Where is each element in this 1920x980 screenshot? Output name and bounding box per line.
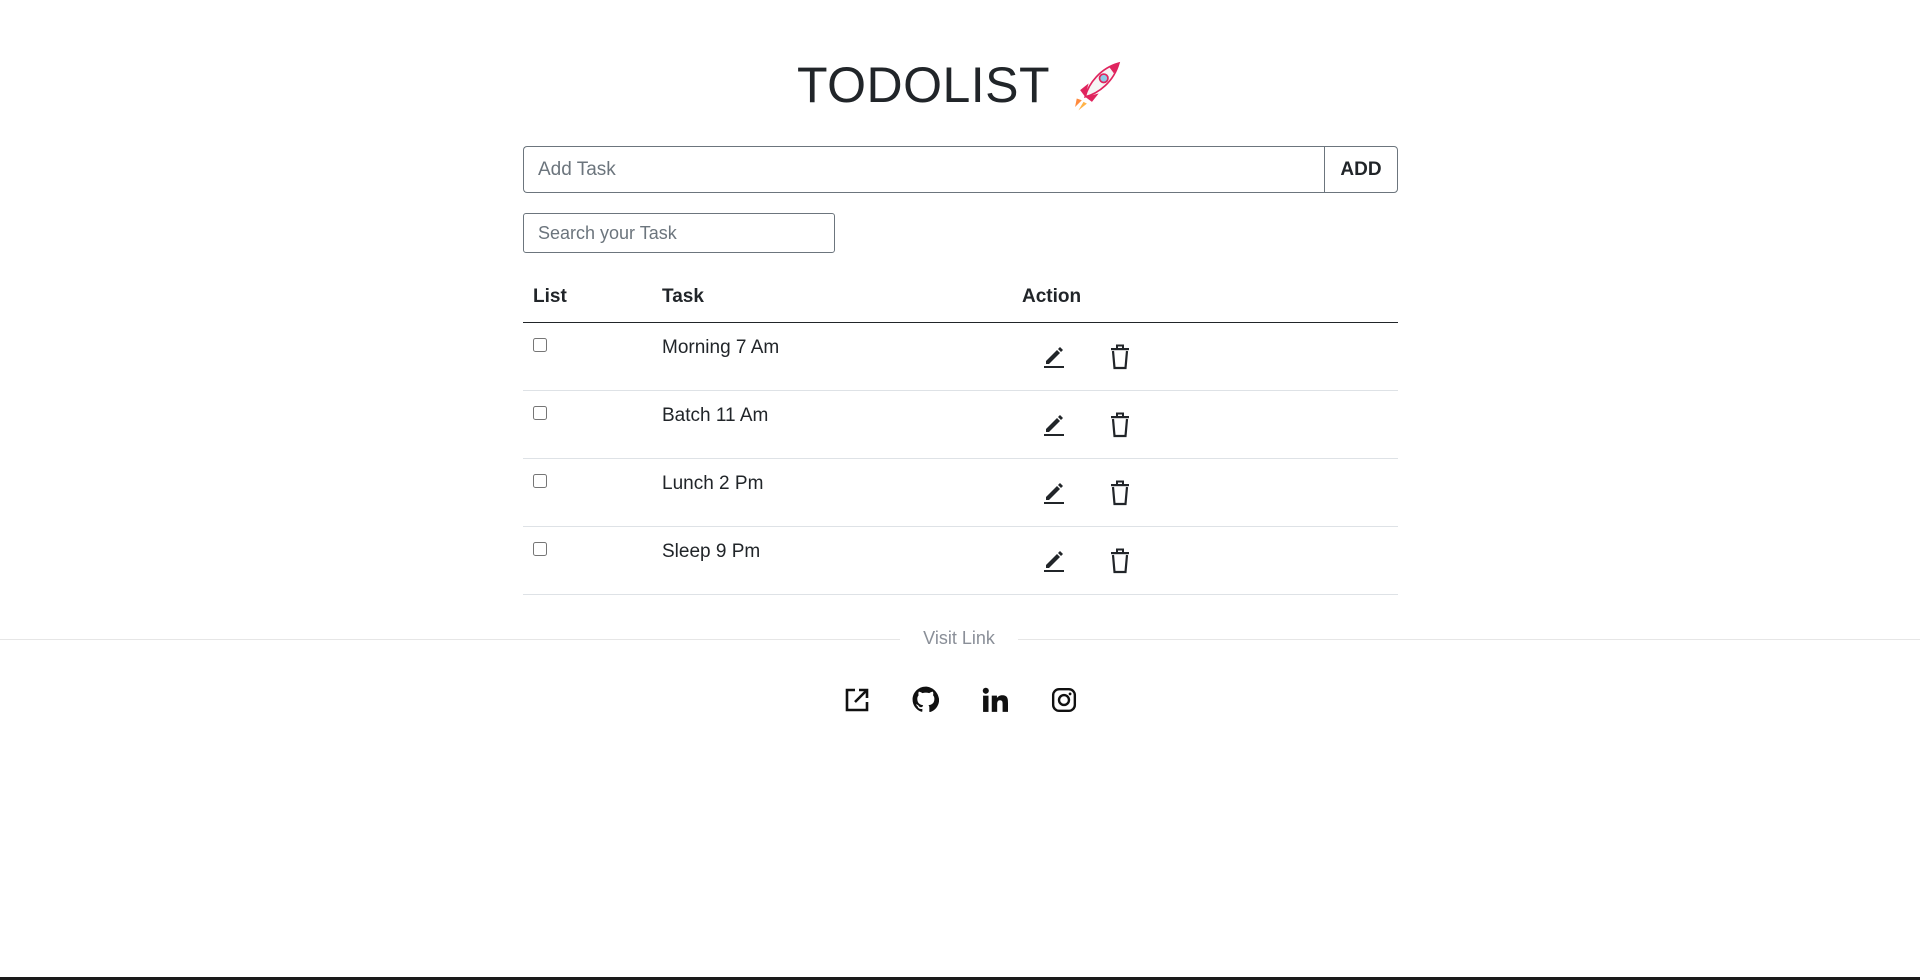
page-title: TODOLIST [796, 57, 1051, 113]
footer-divider: Visit Link [0, 626, 1920, 654]
table-row: Lunch 2 Pm [523, 459, 1398, 527]
task-checkbox[interactable] [533, 542, 547, 556]
linkedin-icon[interactable] [981, 686, 1008, 713]
add-task-row: ADD [523, 146, 1398, 193]
table-header: List Task Action [523, 276, 1398, 323]
add-button[interactable]: ADD [1324, 146, 1398, 193]
external-link-icon[interactable] [843, 686, 870, 713]
edit-icon[interactable] [1041, 479, 1067, 507]
column-header-task: Task [662, 286, 704, 307]
task-checkbox[interactable] [533, 338, 547, 352]
social-links [843, 686, 1077, 713]
header: TODOLIST [523, 50, 1398, 120]
instagram-icon[interactable] [1050, 686, 1077, 713]
trash-icon[interactable] [1107, 547, 1133, 575]
search-input[interactable] [523, 213, 835, 253]
rocket-icon [1075, 61, 1121, 111]
column-header-list: List [533, 286, 567, 307]
todolist-page: TODOLIST ADD List Task Action [0, 0, 1920, 980]
column-header-action: Action [1022, 286, 1082, 307]
task-table: List Task Action Morning 7 Am Batch 11 A… [523, 276, 1398, 595]
trash-icon[interactable] [1107, 343, 1133, 371]
trash-icon[interactable] [1107, 479, 1133, 507]
add-task-input[interactable] [523, 146, 1324, 193]
task-checkbox[interactable] [533, 406, 547, 420]
task-text: Morning 7 Am [662, 337, 780, 358]
divider-line [0, 639, 900, 640]
table-row: Sleep 9 Pm [523, 527, 1398, 595]
edit-icon[interactable] [1041, 343, 1067, 371]
task-text: Sleep 9 Pm [662, 541, 761, 562]
table-row: Batch 11 Am [523, 391, 1398, 459]
edit-icon[interactable] [1041, 411, 1067, 439]
edit-icon[interactable] [1041, 547, 1067, 575]
github-icon[interactable] [912, 686, 939, 713]
table-row: Morning 7 Am [523, 323, 1398, 391]
divider-line [1018, 639, 1920, 640]
divider-label: Visit Link [923, 628, 995, 648]
task-checkbox[interactable] [533, 474, 547, 488]
task-text: Batch 11 Am [662, 405, 769, 426]
trash-icon[interactable] [1107, 411, 1133, 439]
task-text: Lunch 2 Pm [662, 473, 764, 494]
